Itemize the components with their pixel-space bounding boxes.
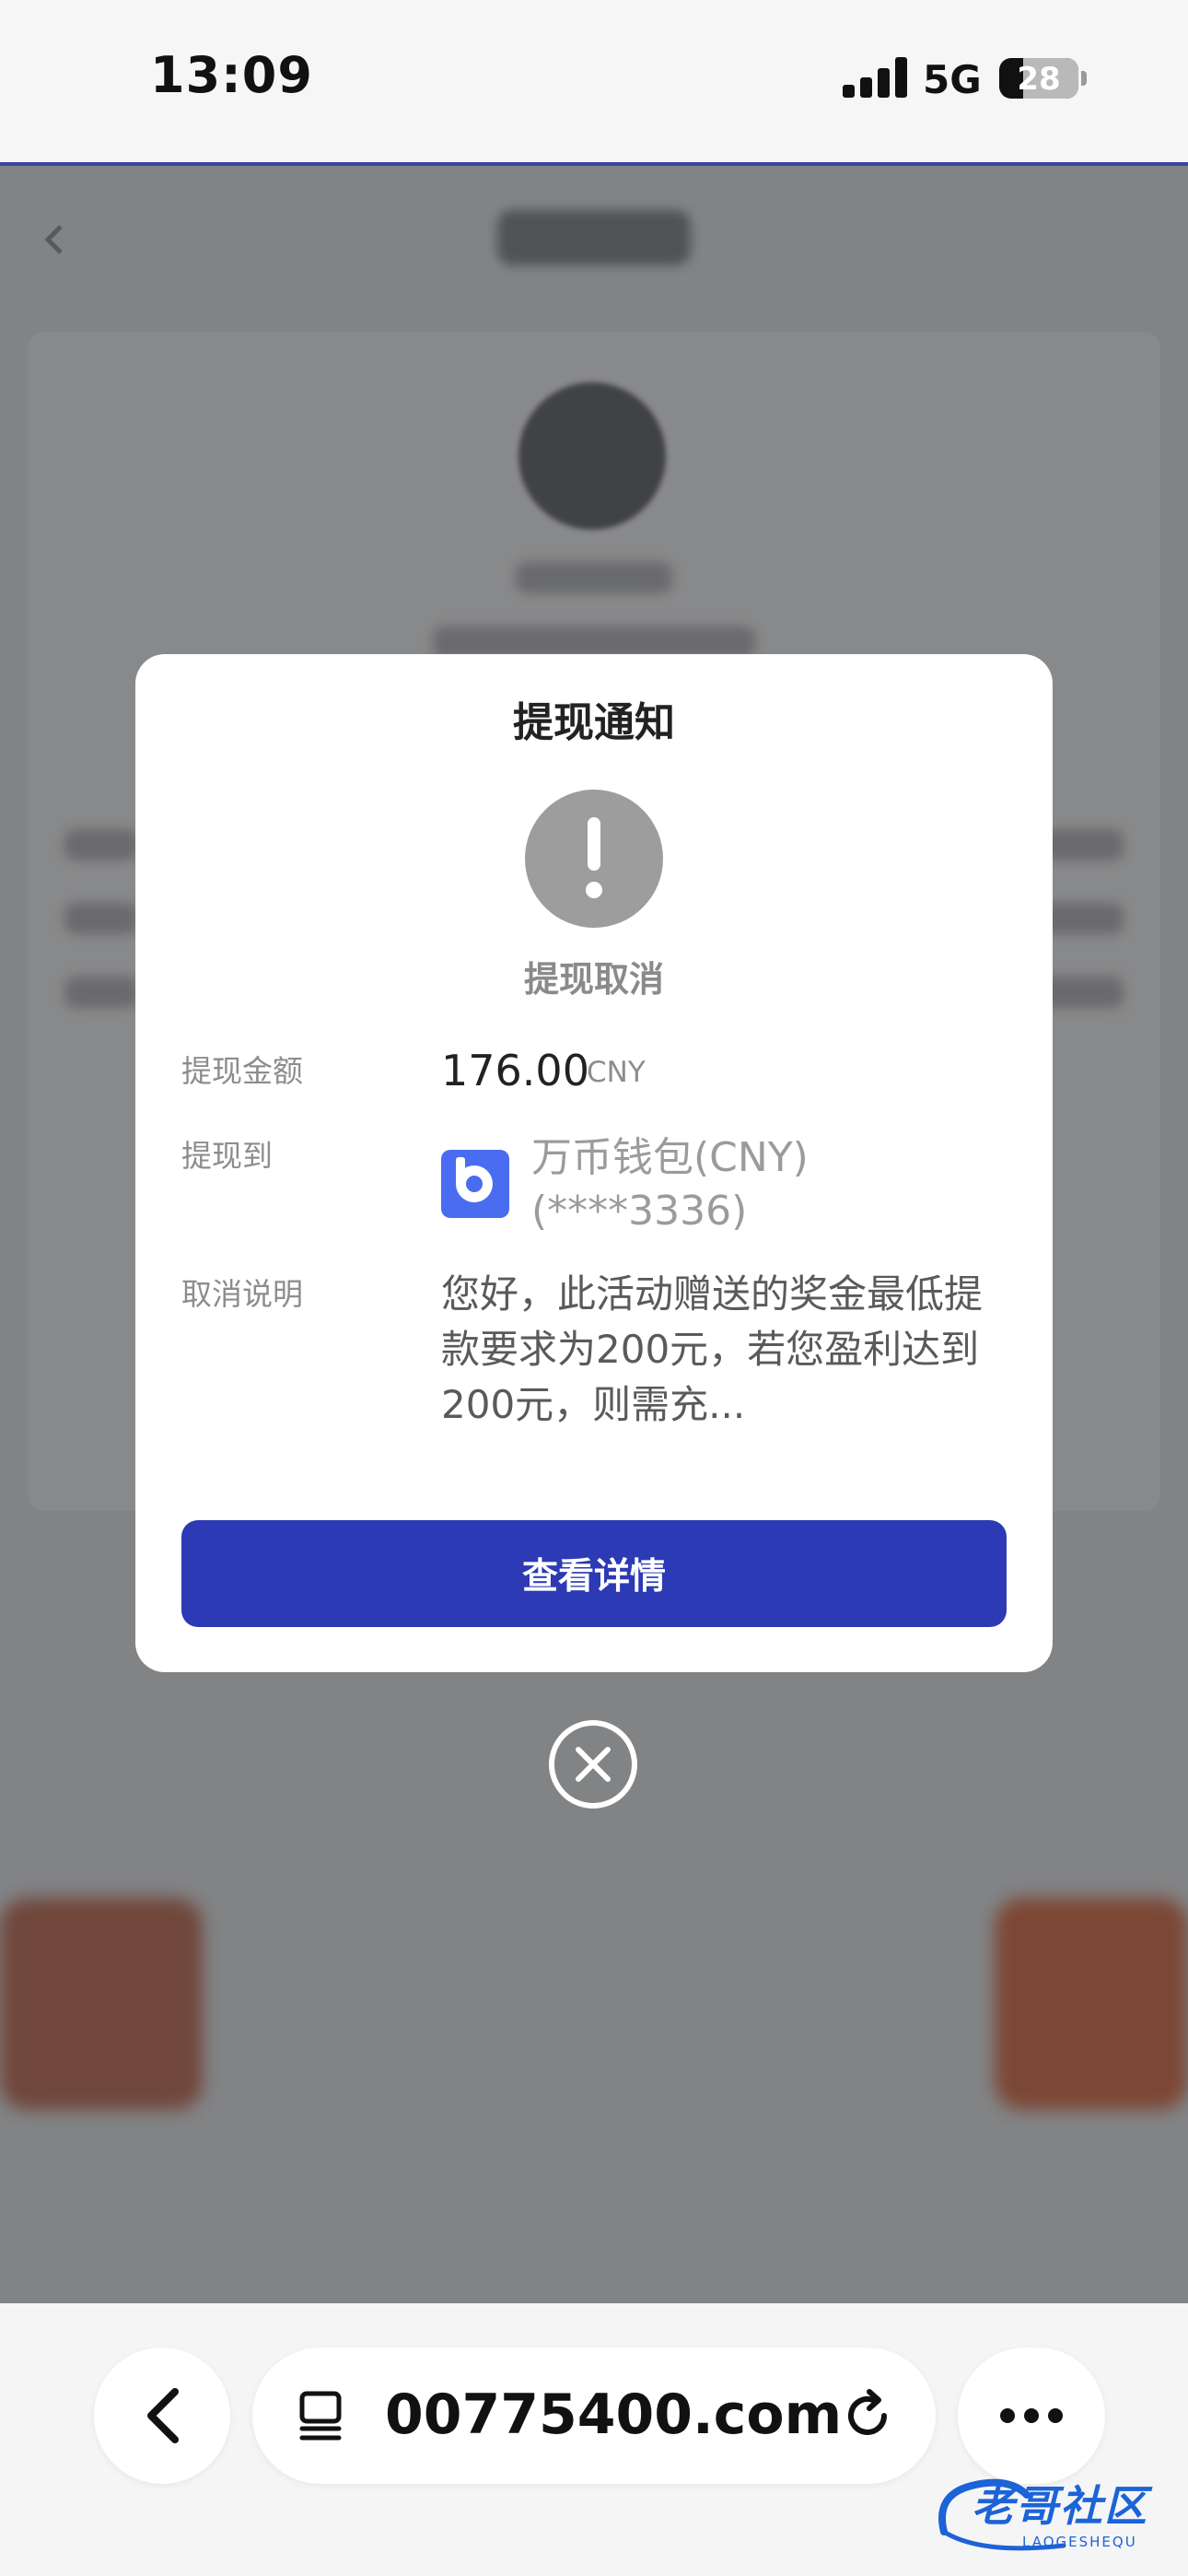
withdrawal-notice-modal: 提现通知 提现取消 提现金额 176.00 CNY 提现到 万币钱包(CNY)(… <box>135 654 1053 1672</box>
status-bar: 13:09 5G 28 <box>0 0 1188 166</box>
network-label: 5G <box>923 57 982 102</box>
exclamation-icon <box>525 790 663 928</box>
withdraw-to-label: 提现到 <box>181 1138 273 1174</box>
tabs-icon <box>299 2391 342 2441</box>
status-time: 13:09 <box>150 46 313 104</box>
url-text: 00775400.com <box>385 2383 843 2447</box>
browser-back-button[interactable] <box>94 2348 230 2484</box>
amount-label: 提现金额 <box>181 1053 303 1089</box>
close-circle-icon[interactable] <box>548 1719 638 1809</box>
back-icon <box>147 2388 179 2443</box>
amount-currency: CNY <box>587 1056 646 1089</box>
view-details-button[interactable]: 查看详情 <box>181 1520 1007 1627</box>
watermark-logo: 老哥社区 LAOGESHEQU <box>926 2467 1179 2559</box>
wallet-logo-icon <box>441 1150 509 1218</box>
watermark-text: 老哥社区 <box>972 2481 1148 2531</box>
browser-toolbar: 00775400.com 老哥社区 LAOGESHEQU <box>0 2303 1188 2576</box>
battery-icon: 28 <box>999 58 1078 99</box>
wallet-name: 万币钱包(CNY)(****3336) <box>531 1134 809 1235</box>
cancel-reason-label: 取消说明 <box>181 1276 303 1312</box>
battery-cap <box>1081 71 1087 86</box>
signal-bars-icon <box>843 57 909 98</box>
withdrawal-status: 提现取消 <box>523 959 664 1000</box>
address-bar[interactable]: 00775400.com <box>252 2348 936 2484</box>
cancel-reason-text: 您好，此活动赠送的奖金最低提款要求为200元，若您盈利达到200元，则需充... <box>441 1271 984 1427</box>
more-options-button[interactable] <box>958 2348 1105 2484</box>
reload-icon[interactable] <box>836 2384 899 2447</box>
watermark-subtext: LAOGESHEQU <box>1022 2534 1137 2550</box>
battery-level: 28 <box>1017 61 1061 98</box>
amount-value: 176.00 <box>441 1046 589 1095</box>
modal-title: 提现通知 <box>513 699 675 746</box>
more-icon <box>1000 2408 1063 2423</box>
